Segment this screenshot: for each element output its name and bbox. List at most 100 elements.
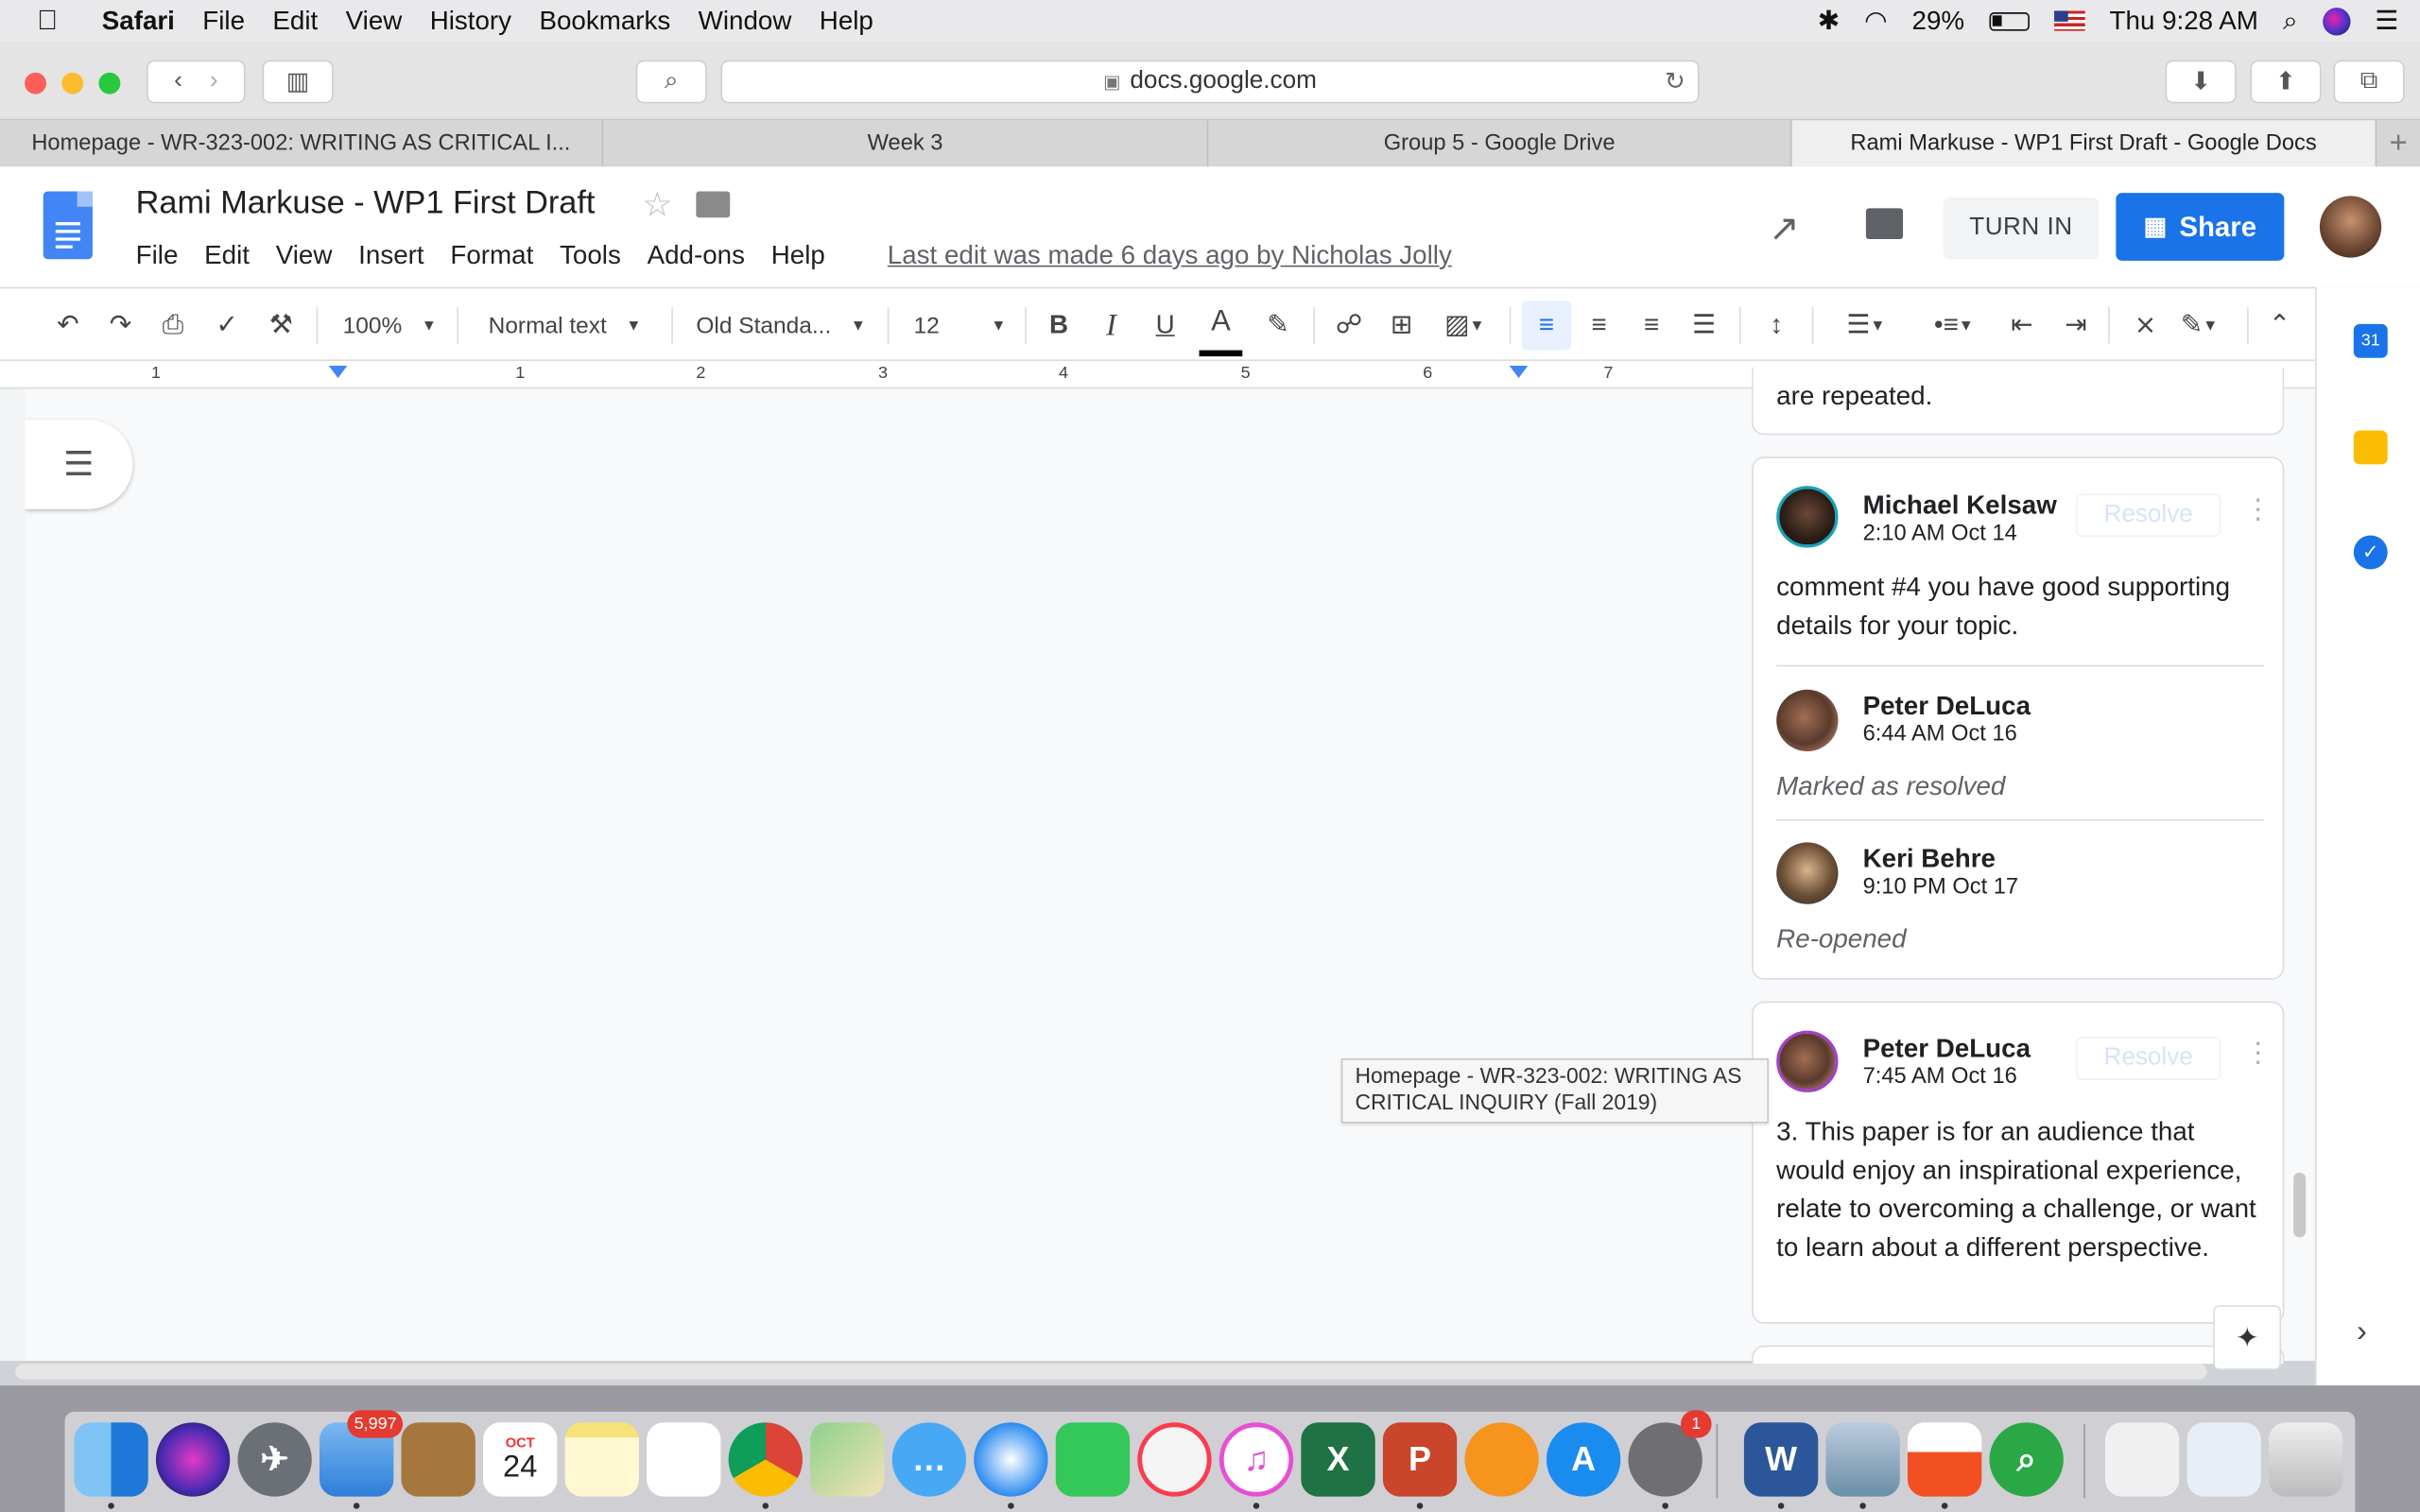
- justify-icon[interactable]: ☰: [1685, 288, 1722, 362]
- last-edit-link[interactable]: Last edit was made 6 days ago by Nichola…: [888, 241, 1452, 272]
- docs-menu-insert[interactable]: Insert: [358, 241, 424, 272]
- bold-button[interactable]: B: [1040, 288, 1077, 362]
- docs-menu-help[interactable]: Help: [771, 241, 825, 272]
- keep-notes-icon[interactable]: [2353, 430, 2388, 465]
- app-store-icon[interactable]: A: [1546, 1422, 1621, 1497]
- address-bar[interactable]: ▣ docs.google.com ↻: [720, 60, 1700, 104]
- new-tab-button[interactable]: +: [2377, 120, 2420, 167]
- back-arrow-icon[interactable]: ‹: [174, 68, 182, 95]
- menu-view[interactable]: View: [346, 6, 403, 37]
- calendar-addon-icon[interactable]: 31: [2353, 323, 2388, 358]
- calendar-icon[interactable]: OCT 24: [483, 1422, 558, 1497]
- reload-icon[interactable]: ↻: [1665, 66, 1685, 97]
- books-icon[interactable]: [1464, 1422, 1539, 1497]
- tab-homepage[interactable]: Homepage - WR-323-002: WRITING AS CRITIC…: [0, 120, 604, 167]
- vertical-scrollbar[interactable]: [2293, 1172, 2307, 1238]
- siri-icon[interactable]: [2322, 7, 2351, 35]
- text-color-button[interactable]: A: [1199, 295, 1243, 357]
- input-source-flag-icon[interactable]: [2053, 10, 2085, 31]
- menu-help[interactable]: Help: [820, 6, 873, 37]
- comment-thread-peter-deluca[interactable]: Peter DeLuca 7:45 AM Oct 16 Resolve ⋮ 3.…: [1752, 1001, 2285, 1324]
- battery-percent[interactable]: 29%: [1912, 6, 1965, 37]
- reminders-icon[interactable]: [647, 1422, 721, 1497]
- minimize-window-button[interactable]: [61, 72, 84, 94]
- star-icon[interactable]: ☆: [642, 185, 672, 225]
- powerpoint-icon[interactable]: P: [1382, 1422, 1458, 1497]
- menu-window[interactable]: Window: [699, 6, 792, 37]
- align-right-icon[interactable]: ≡: [1633, 288, 1669, 362]
- facetime-icon[interactable]: [1055, 1422, 1131, 1497]
- left-indent-marker[interactable]: [328, 365, 348, 378]
- highlight-color-icon[interactable]: ✎: [1259, 288, 1296, 362]
- add-comment-icon[interactable]: ⊞: [1383, 288, 1420, 362]
- tab-group-5-drive[interactable]: Group 5 - Google Drive: [1208, 120, 1792, 167]
- activity-trend-icon[interactable]: ↗: [1769, 207, 1800, 251]
- docs-menu-file[interactable]: File: [136, 241, 179, 272]
- align-center-icon[interactable]: ≡: [1581, 288, 1617, 362]
- menu-edit[interactable]: Edit: [272, 6, 318, 37]
- explore-button[interactable]: ✦: [2213, 1305, 2282, 1370]
- font-family-select[interactable]: Old Standa... ▼: [685, 288, 876, 362]
- insert-link-icon[interactable]: ☍: [1329, 288, 1369, 362]
- document-outline-button[interactable]: ☰: [25, 420, 133, 509]
- close-window-button[interactable]: [25, 72, 46, 94]
- spotlight-search-icon[interactable]: ⌕: [2283, 6, 2298, 37]
- redo-icon[interactable]: ↷: [102, 288, 139, 362]
- collapse-menu-icon[interactable]: ⌃: [2261, 288, 2298, 362]
- google-docs-logo-icon[interactable]: [43, 191, 93, 260]
- more-options-icon[interactable]: ⋮: [2244, 493, 2272, 525]
- system-preferences-icon[interactable]: 1: [1628, 1410, 1712, 1497]
- search-button[interactable]: ⌕: [635, 60, 707, 104]
- microsoft-installer-icon[interactable]: [1907, 1422, 1982, 1497]
- wifi-icon[interactable]: ◠: [1864, 6, 1887, 37]
- tab-week-3[interactable]: Week 3: [603, 120, 1209, 167]
- docs-menu-tools[interactable]: Tools: [560, 241, 621, 272]
- search-app-icon[interactable]: ⌕: [1989, 1422, 2064, 1497]
- tasks-icon[interactable]: ✓: [2353, 535, 2388, 570]
- font-size-select[interactable]: 12 ▼: [901, 288, 1015, 362]
- editing-mode-icon[interactable]: ✎ ▼: [2169, 288, 2230, 362]
- zoom-select[interactable]: 100% ▼: [332, 288, 447, 362]
- trash-icon[interactable]: [2268, 1422, 2343, 1497]
- excel-icon[interactable]: X: [1301, 1422, 1375, 1497]
- turn-in-button[interactable]: TURN IN: [1943, 197, 2100, 260]
- downloads-stack-icon[interactable]: [2104, 1422, 2180, 1497]
- comment-history-icon[interactable]: [1865, 208, 1904, 240]
- resolve-button[interactable]: Resolve: [2075, 1037, 2221, 1080]
- menu-clock[interactable]: Thu 9:28 AM: [2110, 6, 2258, 37]
- bulleted-list-icon[interactable]: •≡ ▼: [1918, 288, 1989, 362]
- messages-icon[interactable]: …: [891, 1422, 967, 1497]
- numbered-list-icon[interactable]: ☰ ▼: [1830, 288, 1901, 362]
- bluetooth-icon[interactable]: ✱: [1818, 6, 1840, 37]
- zoom-window-button[interactable]: [98, 72, 121, 94]
- account-avatar[interactable]: [2319, 196, 2382, 258]
- increase-indent-icon[interactable]: ⇥: [2057, 288, 2094, 362]
- notes-icon[interactable]: [564, 1422, 639, 1497]
- line-spacing-icon[interactable]: ↕: [1758, 288, 1795, 362]
- docs-menu-addons[interactable]: Add-ons: [648, 241, 745, 272]
- finder-icon[interactable]: [74, 1422, 148, 1497]
- share-button[interactable]: ▦ Share: [2116, 193, 2285, 261]
- horizontal-scrollbar[interactable]: [15, 1364, 2207, 1380]
- back-forward-buttons[interactable]: ‹ ›: [147, 60, 246, 104]
- launchpad-icon[interactable]: ✈: [237, 1422, 312, 1497]
- underline-button[interactable]: U: [1147, 288, 1184, 362]
- documents-stack-icon[interactable]: [2187, 1422, 2261, 1497]
- comment-card-previous[interactable]: are repeated.: [1752, 367, 2285, 436]
- news-icon[interactable]: [1137, 1422, 1212, 1497]
- folder-icon[interactable]: [696, 191, 731, 218]
- comment-card-next[interactable]: [1752, 1345, 2285, 1365]
- paragraph-style-select[interactable]: Normal text ▼: [471, 288, 659, 362]
- battery-icon[interactable]: [1989, 11, 2030, 30]
- share-sheet-button[interactable]: ⬆: [2250, 60, 2322, 104]
- chrome-icon[interactable]: [728, 1422, 803, 1497]
- paint-format-icon[interactable]: ⚒: [263, 288, 300, 362]
- tab-google-doc[interactable]: Rami Markuse - WP1 First Draft - Google …: [1791, 120, 2377, 167]
- docs-menu-format[interactable]: Format: [450, 241, 533, 272]
- mail-icon[interactable]: 5,997: [319, 1410, 404, 1497]
- apple-icon[interactable]: : [37, 5, 74, 37]
- contacts-icon[interactable]: [401, 1422, 475, 1497]
- docs-menu-view[interactable]: View: [276, 241, 333, 272]
- preview-icon[interactable]: [1825, 1422, 1900, 1497]
- insert-image-icon[interactable]: ▨ ▼: [1434, 288, 1495, 362]
